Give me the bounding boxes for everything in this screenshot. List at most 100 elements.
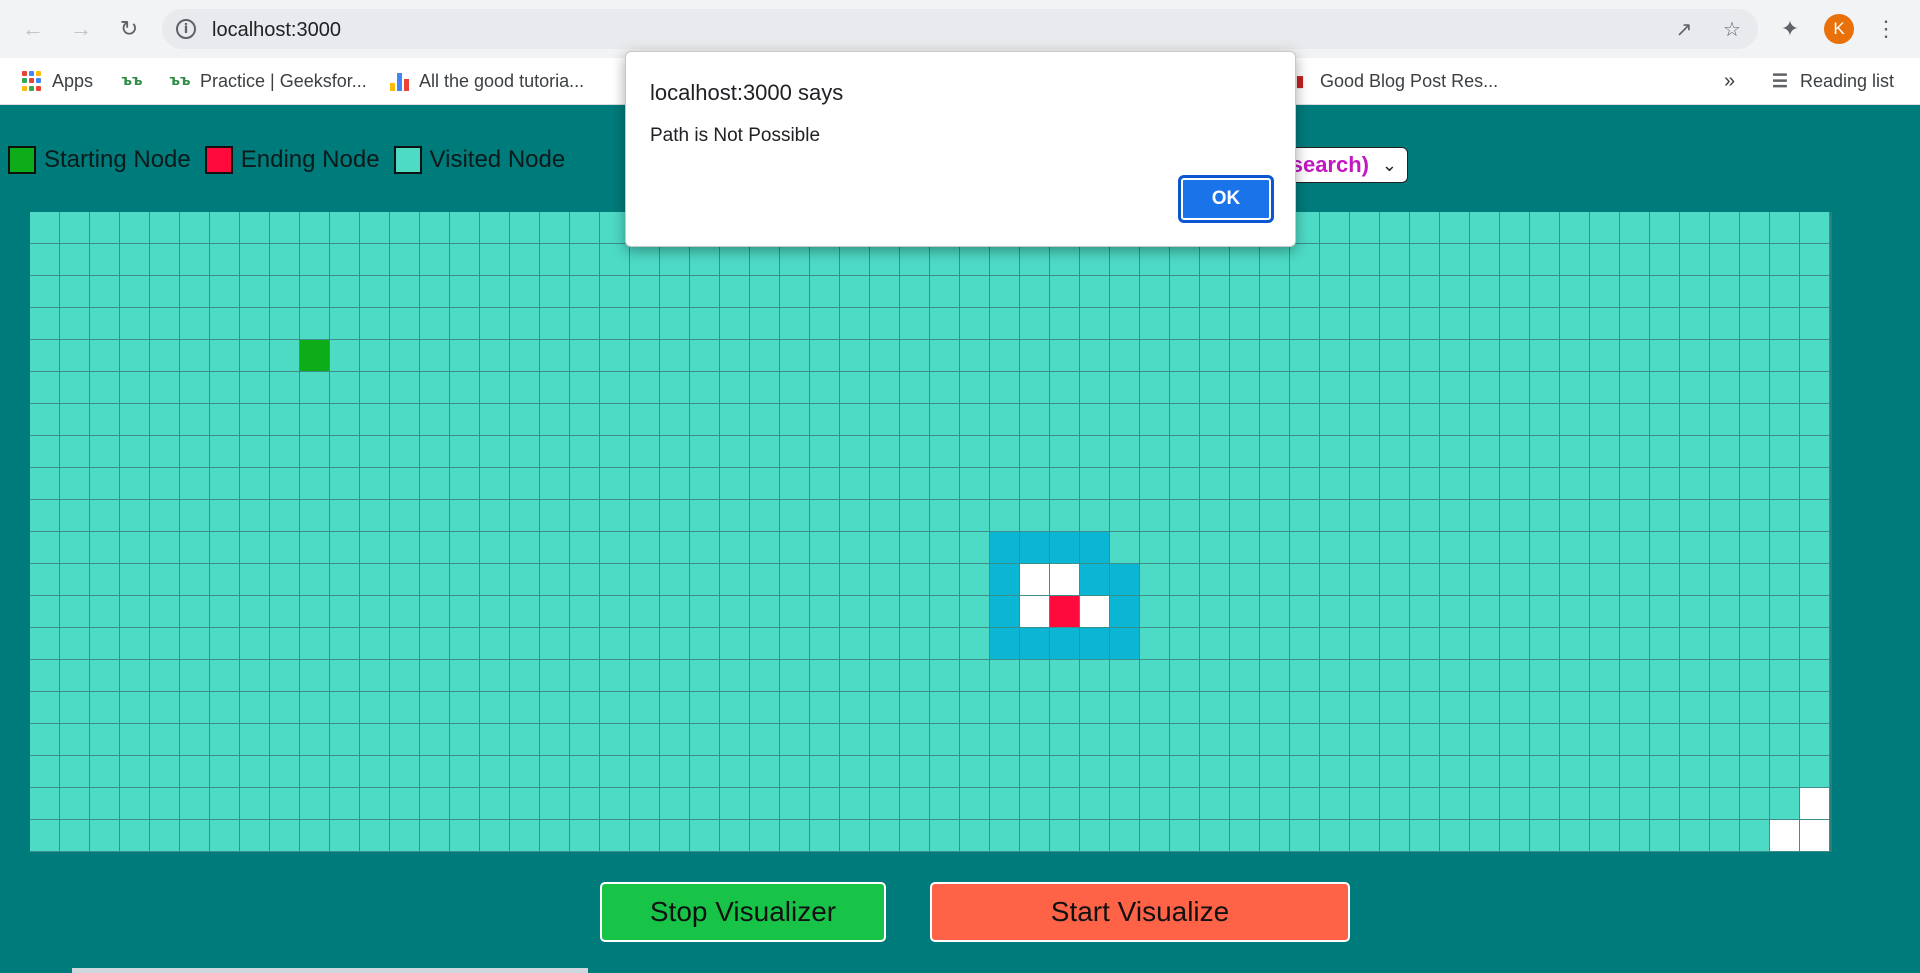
grid-cell[interactable] [180, 436, 210, 468]
grid-cell[interactable] [1050, 788, 1080, 820]
grid-cell[interactable] [1800, 628, 1830, 660]
grid-cell[interactable] [1020, 756, 1050, 788]
grid-cell[interactable] [180, 692, 210, 724]
grid-cell[interactable] [120, 788, 150, 820]
grid-cell[interactable] [1200, 276, 1230, 308]
grid-cell[interactable] [1560, 532, 1590, 564]
grid-cell[interactable] [90, 532, 120, 564]
grid-cell[interactable] [390, 660, 420, 692]
grid-cell[interactable] [720, 276, 750, 308]
grid-cell[interactable] [330, 756, 360, 788]
grid-cell[interactable] [1620, 820, 1650, 852]
frontier-cell[interactable] [1050, 628, 1080, 660]
grid-cell[interactable] [1740, 244, 1770, 276]
grid-cell[interactable] [1500, 628, 1530, 660]
grid-cell[interactable] [1680, 436, 1710, 468]
grid-cell[interactable] [1530, 756, 1560, 788]
grid-cell[interactable] [1320, 372, 1350, 404]
grid-cell[interactable] [150, 660, 180, 692]
grid-cell[interactable] [1380, 564, 1410, 596]
grid-cell[interactable] [450, 340, 480, 372]
grid-cell[interactable] [480, 372, 510, 404]
grid-cell[interactable] [870, 500, 900, 532]
grid-cell[interactable] [1590, 500, 1620, 532]
grid-cell[interactable] [480, 468, 510, 500]
grid-cell[interactable] [1230, 436, 1260, 468]
stop-visualizer-button[interactable]: Stop Visualizer [600, 882, 886, 942]
grid-cell[interactable] [1620, 308, 1650, 340]
grid-cell[interactable] [390, 564, 420, 596]
grid-cell[interactable] [1680, 244, 1710, 276]
grid-cell[interactable] [870, 468, 900, 500]
grid-cell[interactable] [1530, 276, 1560, 308]
grid-cell[interactable] [1680, 756, 1710, 788]
grid-cell[interactable] [1140, 564, 1170, 596]
grid-cell[interactable] [1410, 692, 1440, 724]
grid-cell[interactable] [1290, 596, 1320, 628]
grid-cell[interactable] [120, 724, 150, 756]
grid-cell[interactable] [270, 820, 300, 852]
site-info-icon[interactable]: i [176, 19, 196, 39]
grid-cell[interactable] [750, 820, 780, 852]
grid-cell[interactable] [1230, 308, 1260, 340]
grid-cell[interactable] [1170, 724, 1200, 756]
grid-cell[interactable] [240, 372, 270, 404]
grid-cell[interactable] [720, 564, 750, 596]
grid-cell[interactable] [30, 212, 60, 244]
grid-cell[interactable] [780, 468, 810, 500]
grid-cell[interactable] [1260, 820, 1290, 852]
grid-cell[interactable] [900, 276, 930, 308]
grid-cell[interactable] [1530, 660, 1560, 692]
grid-cell[interactable] [360, 692, 390, 724]
grid-cell[interactable] [1710, 276, 1740, 308]
grid-cell[interactable] [1740, 276, 1770, 308]
grid-cell[interactable] [360, 308, 390, 340]
grid-cell[interactable] [450, 756, 480, 788]
grid-cell[interactable] [390, 692, 420, 724]
grid-cell[interactable] [420, 724, 450, 756]
grid-cell[interactable] [810, 724, 840, 756]
grid-cell[interactable] [540, 628, 570, 660]
grid-cell[interactable] [1650, 820, 1680, 852]
grid-cell[interactable] [1470, 660, 1500, 692]
grid-cell[interactable] [810, 596, 840, 628]
grid-cell[interactable] [660, 628, 690, 660]
grid-cell[interactable] [600, 564, 630, 596]
grid-cell[interactable] [1020, 660, 1050, 692]
grid-cell[interactable] [90, 692, 120, 724]
grid-cell[interactable] [900, 468, 930, 500]
grid-cell[interactable] [420, 756, 450, 788]
grid-cell[interactable] [180, 212, 210, 244]
grid-cell[interactable] [420, 340, 450, 372]
grid-cell[interactable] [1050, 372, 1080, 404]
grid-cell[interactable] [240, 788, 270, 820]
grid-cell[interactable] [1680, 564, 1710, 596]
grid-cell[interactable] [90, 820, 120, 852]
grid-cell[interactable] [30, 788, 60, 820]
grid-cell[interactable] [330, 404, 360, 436]
grid-cell[interactable] [210, 244, 240, 276]
grid-cell[interactable] [1020, 724, 1050, 756]
grid-cell[interactable] [1050, 500, 1080, 532]
grid-cell[interactable] [1680, 596, 1710, 628]
grid-cell[interactable] [210, 436, 240, 468]
grid-cell[interactable] [600, 436, 630, 468]
grid-cell[interactable] [1380, 340, 1410, 372]
grid-cell[interactable] [810, 692, 840, 724]
grid-cell[interactable] [240, 660, 270, 692]
grid-cell[interactable] [630, 468, 660, 500]
frontier-cell[interactable] [1110, 628, 1140, 660]
grid-cell[interactable] [1170, 244, 1200, 276]
grid-cell[interactable] [1560, 628, 1590, 660]
grid-cell[interactable] [1440, 212, 1470, 244]
grid-cell[interactable] [1020, 276, 1050, 308]
grid-cell[interactable] [360, 276, 390, 308]
grid-cell[interactable] [960, 244, 990, 276]
grid-cell[interactable] [570, 532, 600, 564]
grid-cell[interactable] [480, 820, 510, 852]
grid-cell[interactable] [1620, 340, 1650, 372]
grid-cell[interactable] [840, 820, 870, 852]
grid-cell[interactable] [1260, 532, 1290, 564]
grid-cell[interactable] [1110, 788, 1140, 820]
grid-cell[interactable] [1530, 564, 1560, 596]
